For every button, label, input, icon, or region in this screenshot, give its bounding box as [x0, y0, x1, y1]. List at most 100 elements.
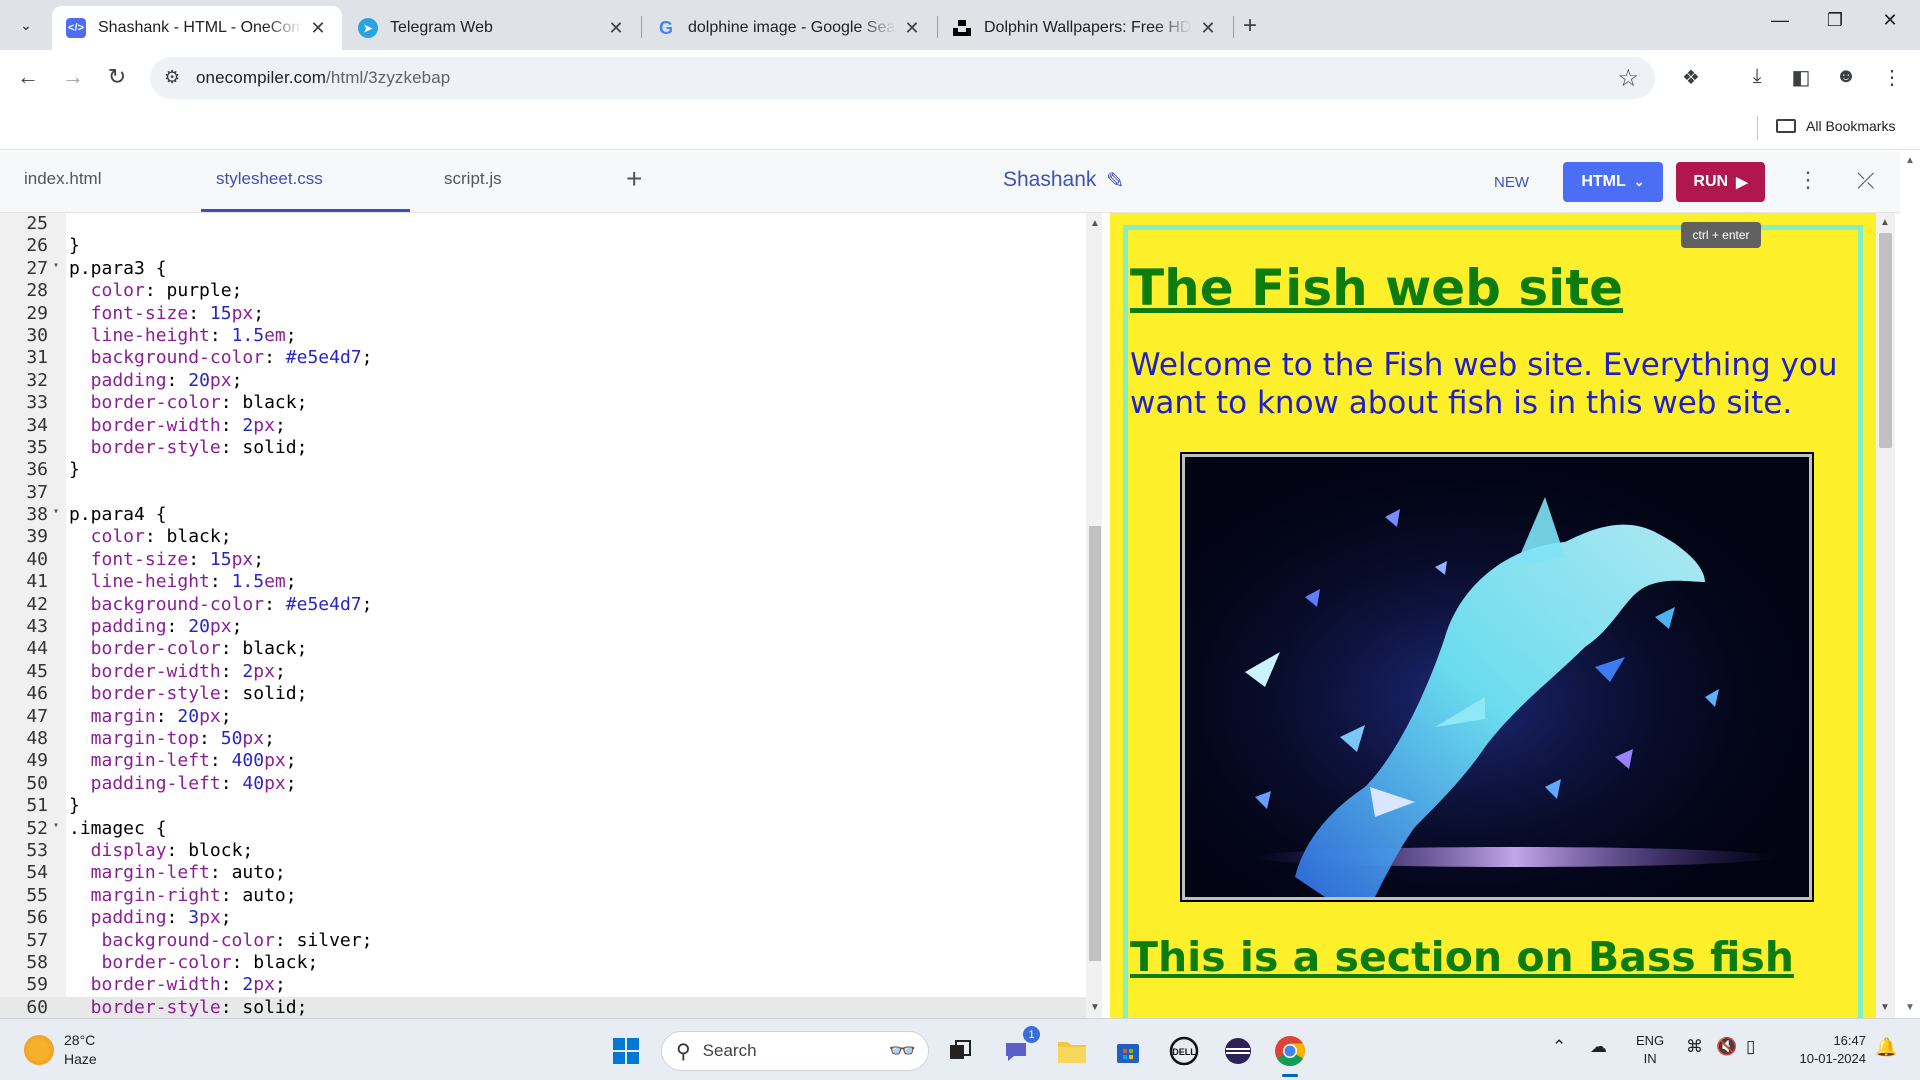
code-line[interactable]: 27 ▾ p.para3 { — [0, 258, 1086, 280]
back-button[interactable]: ← — [12, 64, 44, 90]
code-line[interactable]: 44 border-color: black; — [0, 638, 1086, 660]
fold-toggle-icon[interactable]: ▾ — [53, 815, 59, 837]
site-info-icon[interactable]: ⚙ — [164, 67, 180, 88]
code-line[interactable]: 55 margin-right: auto; — [0, 885, 1086, 907]
code-line[interactable]: 47 margin: 20px; — [0, 706, 1086, 728]
minimize-button[interactable]: — — [1760, 10, 1800, 31]
scroll-down-icon[interactable]: ▼ — [1090, 1002, 1100, 1013]
extensions-icon[interactable]: ❖ — [1677, 65, 1705, 90]
add-file-button[interactable]: + — [626, 163, 642, 195]
microsoft-store-button[interactable] — [1108, 1031, 1148, 1071]
code-line[interactable]: 56 padding: 3px; — [0, 907, 1086, 929]
code-editor[interactable]: 25 26} 27 ▾ p.para3 {28 color: purple; 29 fon… — [0, 213, 1090, 1018]
notification-bell-icon[interactable]: 🔔 — [1875, 1037, 1897, 1058]
tab-search-button[interactable]: ⌄ — [10, 9, 42, 41]
fold-toggle-icon[interactable]: ▾ — [53, 501, 59, 523]
code-line[interactable]: 49 margin-left: 400px; — [0, 750, 1086, 772]
browser-tab-unsplash[interactable]: Dolphin Wallpapers: Free HD Download ✕ — [938, 6, 1232, 50]
code-line[interactable]: 52 ▾ .imagec { — [0, 818, 1086, 840]
code-line[interactable]: 53 display: block; — [0, 840, 1086, 862]
close-window-button[interactable]: ✕ — [1870, 10, 1910, 31]
code-line[interactable]: 45 border-width: 2px; — [0, 661, 1086, 683]
code-line[interactable]: 41 line-height: 1.5em; — [0, 571, 1086, 593]
code-line[interactable]: 48 margin-top: 50px; — [0, 728, 1086, 750]
file-tab-script-js[interactable]: script.js — [444, 169, 502, 189]
speaker-muted-icon[interactable]: 🔇 — [1716, 1037, 1737, 1057]
address-url[interactable]: onecompiler.com/html/3zyzkebap — [196, 68, 450, 88]
code-line[interactable]: 25 — [0, 213, 1086, 235]
browser-tab-telegram[interactable]: ➤ Telegram Web ✕ — [344, 6, 640, 50]
code-line[interactable]: 35 border-style: solid; — [0, 437, 1086, 459]
new-tab-button[interactable]: + — [1243, 12, 1257, 40]
eclipse-app-button[interactable] — [1218, 1031, 1258, 1071]
file-explorer-button[interactable] — [1052, 1031, 1092, 1071]
code-line[interactable]: 33 border-color: black; — [0, 392, 1086, 414]
address-bar[interactable]: ⚙ onecompiler.com/html/3zyzkebap ☆ — [150, 57, 1655, 99]
forward-button[interactable]: → — [57, 64, 89, 90]
profile-avatar-icon[interactable]: ☻ — [1832, 65, 1860, 88]
code-line[interactable]: 57 background-color: silver; — [0, 930, 1086, 952]
taskbar-search[interactable]: ⚲ Search 👓 — [661, 1031, 929, 1071]
start-button[interactable] — [606, 1031, 646, 1071]
show-hidden-icons-chevron-up-icon[interactable]: ⌃ — [1552, 1037, 1566, 1057]
collapse-icon[interactable]: ⤫ — [1857, 168, 1875, 194]
code-line[interactable]: 31 background-color: #e5e4d7; — [0, 347, 1086, 369]
code-line[interactable]: 46 border-style: solid; — [0, 683, 1086, 705]
code-line[interactable]: 54 margin-left: auto; — [0, 862, 1086, 884]
code-line[interactable]: 60 border-style: solid; — [0, 996, 1086, 1018]
more-options-icon[interactable]: ⋮ — [1797, 167, 1819, 193]
task-view-button[interactable] — [940, 1031, 980, 1071]
close-tab-icon[interactable]: ✕ — [308, 18, 328, 39]
code-line[interactable]: 58 border-color: black; — [0, 952, 1086, 974]
scroll-down-icon[interactable]: ▼ — [1905, 1002, 1915, 1013]
onedrive-cloud-icon[interactable]: ☁ — [1590, 1037, 1607, 1057]
close-tab-icon[interactable]: ✕ — [902, 18, 922, 39]
all-bookmarks-button[interactable]: All Bookmarks — [1776, 118, 1895, 134]
code-line[interactable]: 51} — [0, 795, 1086, 817]
battery-charging-icon[interactable]: ▯ — [1746, 1037, 1755, 1057]
code-line[interactable]: 28 color: purple; — [0, 280, 1086, 302]
project-name[interactable]: Shashank — [1003, 168, 1096, 192]
editor-scrollbar-thumb[interactable] — [1089, 526, 1101, 961]
scroll-up-icon[interactable]: ▲ — [1905, 155, 1915, 166]
system-clock[interactable]: 16:47 10-01-2024 — [1786, 1032, 1867, 1068]
scroll-up-icon[interactable]: ▲ — [1090, 218, 1100, 229]
code-line[interactable]: 36} — [0, 459, 1086, 481]
browser-tab-onecompiler[interactable]: </> Shashank - HTML - OneCompiler ✕ — [52, 6, 342, 50]
code-line[interactable]: 40 font-size: 15px; — [0, 549, 1086, 571]
pane-splitter[interactable] — [1102, 213, 1110, 1018]
weather-widget[interactable]: 28°C Haze — [24, 1031, 97, 1069]
language-select-button[interactable]: HTML ⌄ — [1563, 162, 1663, 202]
code-line[interactable]: 38 ▾ p.para4 { — [0, 504, 1086, 526]
code-line[interactable]: 59 border-width: 2px; — [0, 974, 1086, 996]
close-tab-icon[interactable]: ✕ — [606, 18, 626, 39]
code-line[interactable]: 34 border-width: 2px; — [0, 415, 1086, 437]
chrome-app-button[interactable] — [1270, 1031, 1310, 1071]
side-panel-icon[interactable]: ◧ — [1787, 65, 1815, 90]
browser-tab-google[interactable]: G dolphine image - Google Search ✕ — [642, 6, 936, 50]
close-tab-icon[interactable]: ✕ — [1198, 18, 1218, 39]
page-scrollbar[interactable]: ▲ ▼ — [1900, 151, 1920, 1018]
code-line[interactable]: 30 line-height: 1.5em; — [0, 325, 1086, 347]
file-tab-stylesheet-css[interactable]: stylesheet.css — [216, 169, 323, 189]
dell-app-button[interactable]: DELL — [1164, 1031, 1204, 1071]
code-line[interactable]: 29 font-size: 15px; — [0, 303, 1086, 325]
new-button[interactable]: NEW — [1494, 174, 1529, 191]
code-lines[interactable]: 25 26} 27 ▾ p.para3 {28 color: purple; 29 fon… — [0, 213, 1086, 1018]
code-line[interactable]: 26} — [0, 235, 1086, 257]
fold-toggle-icon[interactable]: ▾ — [53, 255, 59, 277]
scroll-down-icon[interactable]: ▼ — [1880, 1002, 1890, 1013]
file-tab-index-html[interactable]: index.html — [24, 169, 101, 189]
preview-scrollbar-thumb[interactable] — [1879, 233, 1892, 448]
code-line[interactable]: 42 background-color: #e5e4d7; — [0, 594, 1086, 616]
scroll-up-icon[interactable]: ▲ — [1880, 217, 1890, 228]
download-icon[interactable]: ⤓ — [1743, 65, 1771, 88]
run-button[interactable]: RUN ▶ — [1676, 162, 1765, 202]
input-language-indicator[interactable]: ENG IN — [1636, 1032, 1664, 1068]
code-line[interactable]: 43 padding: 20px; — [0, 616, 1086, 638]
code-line[interactable]: 50 padding-left: 40px; — [0, 773, 1086, 795]
code-line[interactable]: 37 — [0, 482, 1086, 504]
restore-button[interactable]: ❐ — [1815, 10, 1855, 31]
code-line[interactable]: 39 color: black; — [0, 526, 1086, 548]
edit-pencil-icon[interactable]: ✎ — [1106, 168, 1124, 194]
